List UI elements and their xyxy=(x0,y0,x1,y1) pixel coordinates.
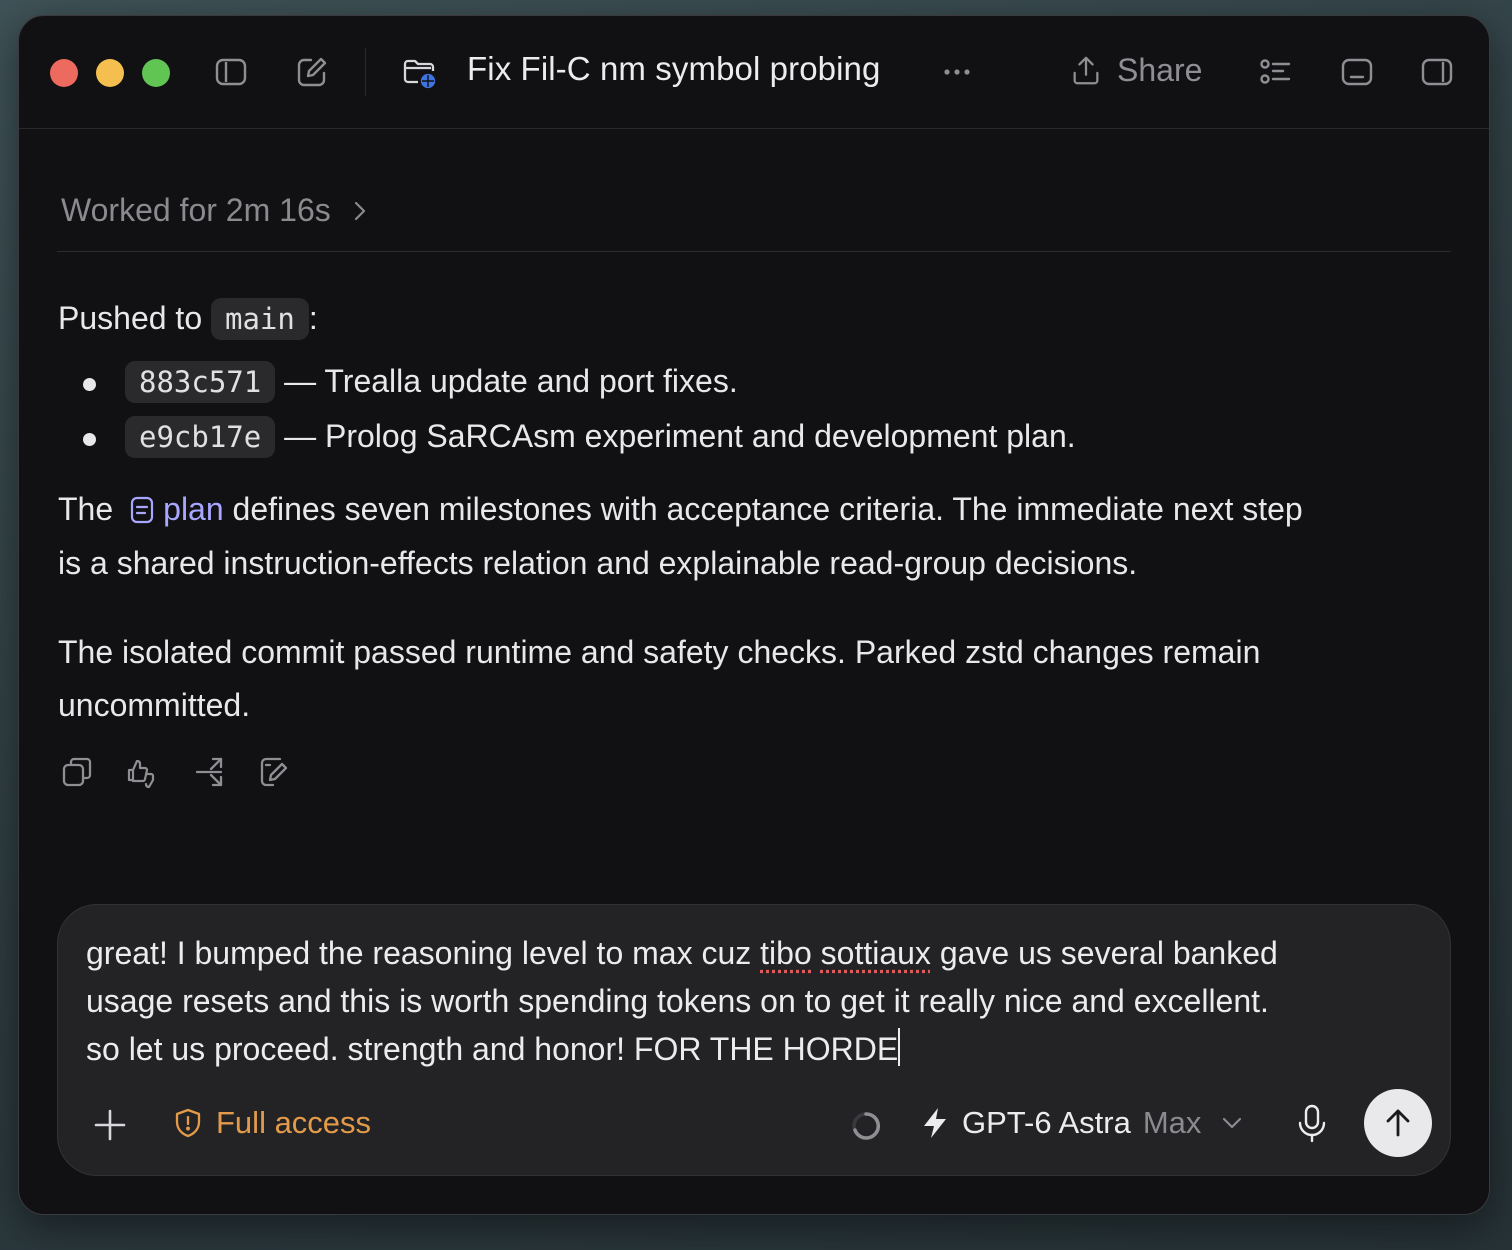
share-label: Share xyxy=(1117,52,1203,88)
copy-icon[interactable] xyxy=(59,754,95,790)
folder-globe-icon xyxy=(399,52,439,92)
fork-icon[interactable] xyxy=(191,754,227,790)
paragraph-status-line1: The isolated commit passed runtime and s… xyxy=(58,634,1261,670)
plan-link[interactable]: plan xyxy=(163,491,224,527)
para1-prefix: The xyxy=(58,491,114,527)
pushed-suffix: : xyxy=(308,300,318,336)
compose-icon[interactable] xyxy=(292,52,332,92)
paragraph-plan-line2: is a shared instruction-effects relation… xyxy=(58,545,1138,581)
composer-input[interactable]: great! I bumped the reasoning level to m… xyxy=(86,929,1426,1073)
bullet-dot xyxy=(83,433,96,446)
title-bar: Fix Fil-C nm symbol probing Share xyxy=(19,16,1489,129)
worked-duration-toggle[interactable]: Worked for 2m 16s xyxy=(61,192,373,229)
shield-warning-icon xyxy=(175,1108,201,1138)
sidebar-toggle-icon[interactable] xyxy=(211,52,251,92)
chevron-right-icon xyxy=(354,201,365,220)
section-divider xyxy=(57,251,1451,252)
feedback-icon[interactable] xyxy=(125,754,161,790)
composer-text-segment: so let us proceed. strength and honor! F… xyxy=(86,1031,899,1067)
composer-text-segment: great! I bumped the reasoning level to m… xyxy=(86,935,761,971)
toolbar-divider xyxy=(365,48,366,96)
pushed-line: Pushed to main: xyxy=(58,298,318,340)
commit-hash: e9cb17e xyxy=(125,416,276,458)
close-window-button[interactable] xyxy=(50,59,78,87)
microphone-icon xyxy=(1298,1104,1326,1143)
para1-line1-rest: defines seven milestones with acceptance… xyxy=(232,491,1303,527)
lightning-icon xyxy=(924,1108,946,1138)
model-level: Max xyxy=(1142,1105,1202,1140)
model-name: GPT-6 Astra xyxy=(962,1105,1131,1140)
more-icon[interactable] xyxy=(937,52,977,92)
composer-text-segment xyxy=(812,935,821,971)
worked-label: Worked for 2m 16s xyxy=(61,192,331,228)
add-attachment-button[interactable] xyxy=(90,1105,130,1145)
composer-line-2: usage resets and this is worth spending … xyxy=(86,983,1269,1019)
loading-spinner-icon xyxy=(852,1112,881,1140)
commit-desc: — Prolog SaRCAsm experiment and developm… xyxy=(284,418,1076,454)
bottom-panel-icon[interactable] xyxy=(1337,52,1377,92)
share-button[interactable]: Share xyxy=(1069,52,1202,89)
paragraph-plan-line1: The plan defines seven milestones with ac… xyxy=(58,491,1303,528)
message-actions xyxy=(59,754,293,790)
commit-desc: — Trealla update and port fixes. xyxy=(284,363,738,399)
commit-item: 883c571 — Trealla update and port fixes. xyxy=(125,361,738,403)
share-icon xyxy=(1073,56,1099,84)
message-composer[interactable]: great! I bumped the reasoning level to m… xyxy=(57,904,1451,1176)
misspelled-word[interactable]: tibo xyxy=(760,935,812,971)
misspelled-word[interactable]: sottiaux xyxy=(821,935,931,971)
bullet-dot xyxy=(83,378,96,391)
composer-line-3: so let us proceed. strength and honor! F… xyxy=(86,1025,1426,1073)
commit-hash: 883c571 xyxy=(125,361,276,403)
model-selector[interactable]: GPT-6 Astra Max xyxy=(920,1105,1245,1141)
pushed-prefix: Pushed to xyxy=(58,300,203,336)
zoom-window-button[interactable] xyxy=(142,59,170,87)
text-caret xyxy=(898,1028,901,1066)
minimize-window-button[interactable] xyxy=(96,59,124,87)
commit-item: e9cb17e — Prolog SaRCAsm experiment and … xyxy=(125,416,1076,458)
access-label: Full access xyxy=(216,1105,372,1140)
checklist-icon[interactable] xyxy=(1255,52,1295,92)
plus-icon xyxy=(94,1109,126,1141)
branch-code: main xyxy=(211,298,309,340)
paragraph-status-line2: uncommitted. xyxy=(58,687,251,723)
chevron-down-icon xyxy=(1223,1117,1242,1129)
access-mode-button[interactable]: Full access xyxy=(172,1105,371,1141)
document-icon xyxy=(131,496,154,524)
conversation-title: Fix Fil-C nm symbol probing xyxy=(467,50,881,87)
composer-text-segment: gave us several banked xyxy=(930,935,1278,971)
microphone-button[interactable] xyxy=(1294,1103,1330,1145)
app-window: Fix Fil-C nm symbol probing Share Worked… xyxy=(18,15,1490,1215)
edit-icon[interactable] xyxy=(257,754,293,790)
composer-line-1: great! I bumped the reasoning level to m… xyxy=(86,929,1426,977)
arrow-up-icon xyxy=(1386,1109,1410,1137)
send-button[interactable] xyxy=(1364,1089,1432,1157)
right-panel-icon[interactable] xyxy=(1417,52,1457,92)
